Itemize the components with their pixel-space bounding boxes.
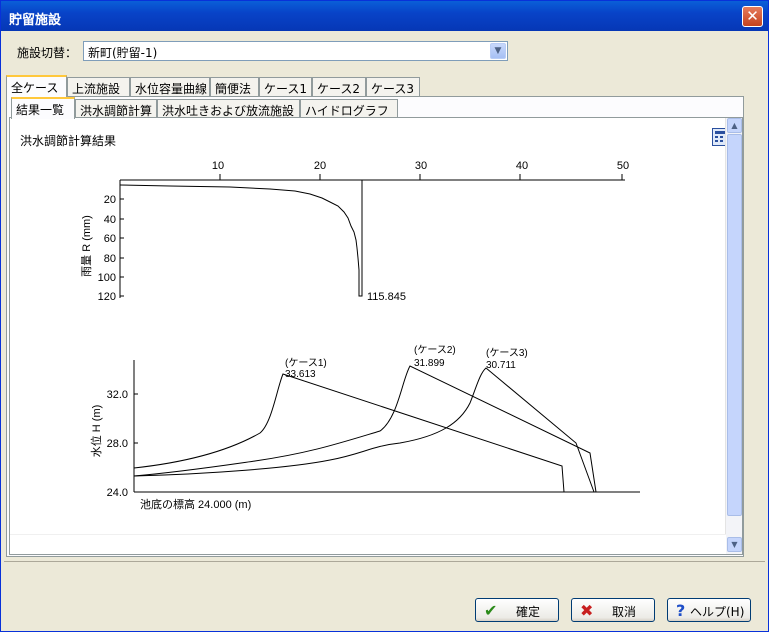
tab-spillway-facility[interactable]: 洪水吐きおよび放流施設 — [157, 99, 300, 118]
case-1-peak: 33.613 — [285, 369, 316, 380]
help-icon: ? — [676, 601, 686, 620]
case-2-label: (ケース2) — [414, 344, 456, 356]
tab-flood-control-calc[interactable]: 洪水調節計算 — [75, 99, 157, 118]
wl-x-axis-label: 池底の標高 24.000 (m) — [140, 497, 251, 511]
ok-button-label: 確定 — [516, 605, 541, 619]
scroll-thumb[interactable] — [727, 134, 742, 516]
vertical-scrollbar[interactable]: ▲ ▼ — [725, 118, 742, 554]
rain-y-tick-label: 40 — [104, 214, 116, 226]
wl-y-tick-label: 28.0 — [107, 438, 128, 450]
dialog-window: 貯留施設 ✕ 施設切替： 新町(貯留-1) ▼ 全ケース 上流施設 水位容量曲線… — [0, 0, 769, 632]
facility-select[interactable]: 新町(貯留-1) ▼ — [83, 41, 508, 61]
wl-y-tick-label: 32.0 — [107, 389, 128, 401]
case-1-line — [133, 373, 565, 493]
ok-button[interactable]: ✔ 確定 — [475, 598, 559, 622]
tab-simple-method[interactable]: 簡便法 — [210, 77, 259, 96]
help-button[interactable]: ? ヘルプ(H) — [667, 598, 751, 622]
tab-upstream[interactable]: 上流施設 — [67, 77, 130, 96]
rain-y-tick-label: 20 — [104, 194, 116, 206]
rain-x-tick-label: 30 — [415, 160, 427, 172]
cancel-button-label: 取消 — [612, 605, 637, 619]
tab-all-cases[interactable]: 全ケース — [6, 75, 67, 97]
close-icon[interactable]: ✕ — [742, 6, 763, 27]
case-1-label: (ケース1) — [285, 357, 327, 369]
rain-y-tick-label: 120 — [98, 291, 116, 303]
window-title: 貯留施設 — [9, 13, 62, 28]
rain-y-tick-label: 80 — [104, 253, 116, 265]
rain-x-tick-label: 20 — [314, 160, 326, 172]
tab-hydrograph[interactable]: ハイドログラフ — [300, 99, 398, 118]
cancel-button[interactable]: ✖ 取消 — [571, 598, 655, 622]
horizontal-scroll-area — [10, 534, 726, 554]
wl-y-tick-label: 24.0 — [107, 487, 128, 499]
wl-y-tick-marks — [134, 393, 138, 444]
checkmark-icon: ✔ — [484, 601, 498, 620]
help-button-label: ヘルプ(H) — [690, 605, 745, 619]
main-tab-panel: 結果一覧 洪水調節計算 洪水吐きおよび放流施設 ハイドログラフ 洪水調節計算結果 — [6, 96, 744, 557]
tab-case-3[interactable]: ケース3 — [366, 77, 420, 96]
scroll-down-icon[interactable]: ▼ — [727, 537, 742, 552]
case-3-line — [133, 367, 595, 493]
rain-x-tick-label: 10 — [212, 160, 224, 172]
cross-icon: ✖ — [580, 601, 594, 620]
rain-y-tick-label: 60 — [104, 233, 116, 245]
wl-y-axis-label: 水位 H (m) — [89, 405, 103, 458]
facility-switch-label: 施設切替： — [17, 46, 78, 60]
tab-case-2[interactable]: ケース2 — [312, 77, 366, 96]
case-3-label: (ケース3) — [486, 347, 528, 359]
rain-y-tick-label: 100 — [98, 272, 116, 284]
rain-x-tick-label: 40 — [516, 160, 528, 172]
rain-x-tick-label: 50 — [617, 160, 629, 172]
status-bar — [4, 561, 765, 583]
chevron-down-icon[interactable]: ▼ — [490, 43, 506, 59]
tab-results-list[interactable]: 結果一覧 — [11, 97, 75, 119]
results-panel: 洪水調節計算結果 10 20 30 40 50 20 40 60 80 100 … — [9, 117, 743, 555]
title-bar: 貯留施設 ✕ — [1, 1, 768, 31]
tab-case-1[interactable]: ケース1 — [259, 77, 312, 96]
rain-peak-annotation: 115.845 — [367, 291, 406, 303]
rainfall-hyetograph-line — [119, 180, 363, 297]
rain-y-tick-marks — [120, 198, 124, 297]
case-2-peak: 31.899 — [414, 358, 445, 369]
rain-x-tick-marks — [219, 174, 623, 180]
tab-water-volume-curve[interactable]: 水位容量曲線 — [130, 77, 210, 96]
case-3-peak: 30.711 — [486, 360, 516, 371]
facility-select-value: 新町(貯留-1) — [88, 46, 158, 60]
scroll-up-icon[interactable]: ▲ — [727, 118, 742, 133]
rain-y-axis-label: 雨量 R (mm) — [80, 215, 93, 277]
rainfall-chart: 10 20 30 40 50 20 40 60 80 100 120 雨量 R … — [80, 160, 629, 303]
results-chart: 10 20 30 40 50 20 40 60 80 100 120 雨量 R … — [80, 160, 640, 511]
water-level-chart: 32.0 28.0 24.0 水位 H (m) 池底の標高 24.000 (m)… — [89, 344, 640, 511]
